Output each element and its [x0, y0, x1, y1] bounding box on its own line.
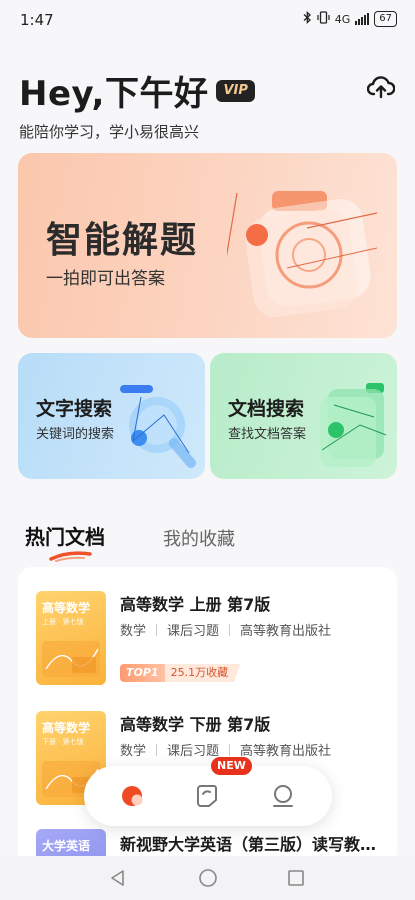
greeting-row: Hey,下午好 VIP [19, 66, 255, 115]
document-icon [320, 383, 387, 467]
text-search-subtitle: 关键词的搜索 [36, 427, 115, 442]
floating-nav-bar: NEW [84, 757, 332, 826]
status-time: 1:47 [20, 11, 54, 29]
doc-search-card[interactable]: 文档搜索 查找文档答案 [210, 353, 397, 479]
doc-title: 高等数学 下册 第7版 [120, 715, 271, 734]
vip-badge[interactable]: VIP [216, 79, 255, 102]
greeting-subtitle: 能陪你学习，学小易很高兴 [19, 123, 200, 141]
status-bar: 1:47 4G 67 [0, 0, 415, 40]
vibrate-icon [317, 11, 330, 27]
greeting-title: Hey,下午好 [19, 74, 209, 114]
doc-tag: 课后习题 [167, 624, 220, 639]
rank-label: TOP1 [120, 664, 165, 682]
tab-hot-docs[interactable]: 热门文档 [25, 521, 105, 550]
tab-my-favorites[interactable]: 我的收藏 [163, 525, 235, 551]
nav-home-button[interactable] [118, 781, 148, 811]
cover-title: 高等数学 [42, 721, 91, 735]
battery-icon: 67 [374, 11, 397, 27]
network-type: 4G [334, 12, 351, 26]
text-search-title: 文字搜索 [36, 398, 113, 420]
doc-search-subtitle: 查找文档答案 [228, 427, 307, 442]
favorite-count: 25.1万收藏 [164, 664, 241, 682]
back-icon[interactable] [108, 868, 128, 888]
camera-icon [227, 191, 377, 318]
home-circle-icon[interactable] [198, 868, 218, 888]
new-badge: NEW [211, 757, 252, 775]
cloud-upload-icon [367, 76, 395, 99]
smart-solve-title: 智能解题 [46, 220, 199, 261]
smart-solve-subtitle: 一拍即可出答案 [46, 269, 165, 289]
doc-title: 高等数学 上册 第7版 [120, 595, 271, 614]
cover-subtitle: 下册 · 第七版 [42, 738, 84, 746]
signal-icon [355, 13, 370, 25]
system-nav-bar [0, 856, 415, 900]
profile-icon [273, 785, 293, 807]
active-tab-underline [49, 551, 92, 562]
chart-illustration-icon [42, 641, 100, 677]
cover-subtitle: 上册 · 第七版 [42, 618, 84, 626]
doc-tag: 高等教育出版社 [240, 624, 332, 639]
book-cover: 高等数学 上册 · 第七版 [36, 591, 106, 685]
text-search-card[interactable]: 文字搜索 关键词的搜索 [18, 353, 205, 479]
recent-icon[interactable] [286, 868, 306, 888]
rank-badge: TOP1 25.1万收藏 [120, 664, 241, 682]
status-icons: 4G 67 [303, 11, 397, 27]
doc-tags: 数学 课后习题 高等教育出版社 [120, 620, 331, 639]
doc-tag: 高等教育出版社 [240, 744, 332, 759]
doc-tag: 课后习题 [167, 744, 220, 759]
list-item[interactable]: 高等数学 上册 · 第七版 高等数学 上册 第7版 数学 课后习题 高等教育出版… [18, 585, 397, 705]
search-icon [120, 385, 196, 468]
nav-profile-button[interactable] [268, 781, 298, 811]
cover-title: 大学英语 [42, 839, 91, 853]
docs-icon [197, 785, 217, 807]
doc-search-title: 文档搜索 [228, 398, 305, 420]
home-icon [122, 786, 143, 806]
cloud-upload-button[interactable] [366, 72, 396, 102]
doc-tag: 数学 [120, 624, 147, 639]
smart-solve-card[interactable]: 智能解题 一拍即可出答案 [18, 153, 397, 338]
bluetooth-icon [303, 11, 312, 27]
cover-title: 高等数学 [42, 601, 91, 615]
nav-docs-button[interactable] [192, 781, 222, 811]
doc-title: 新视野大学英语（第三版）读写教… [120, 835, 377, 854]
doc-tag: 数学 [120, 744, 147, 759]
